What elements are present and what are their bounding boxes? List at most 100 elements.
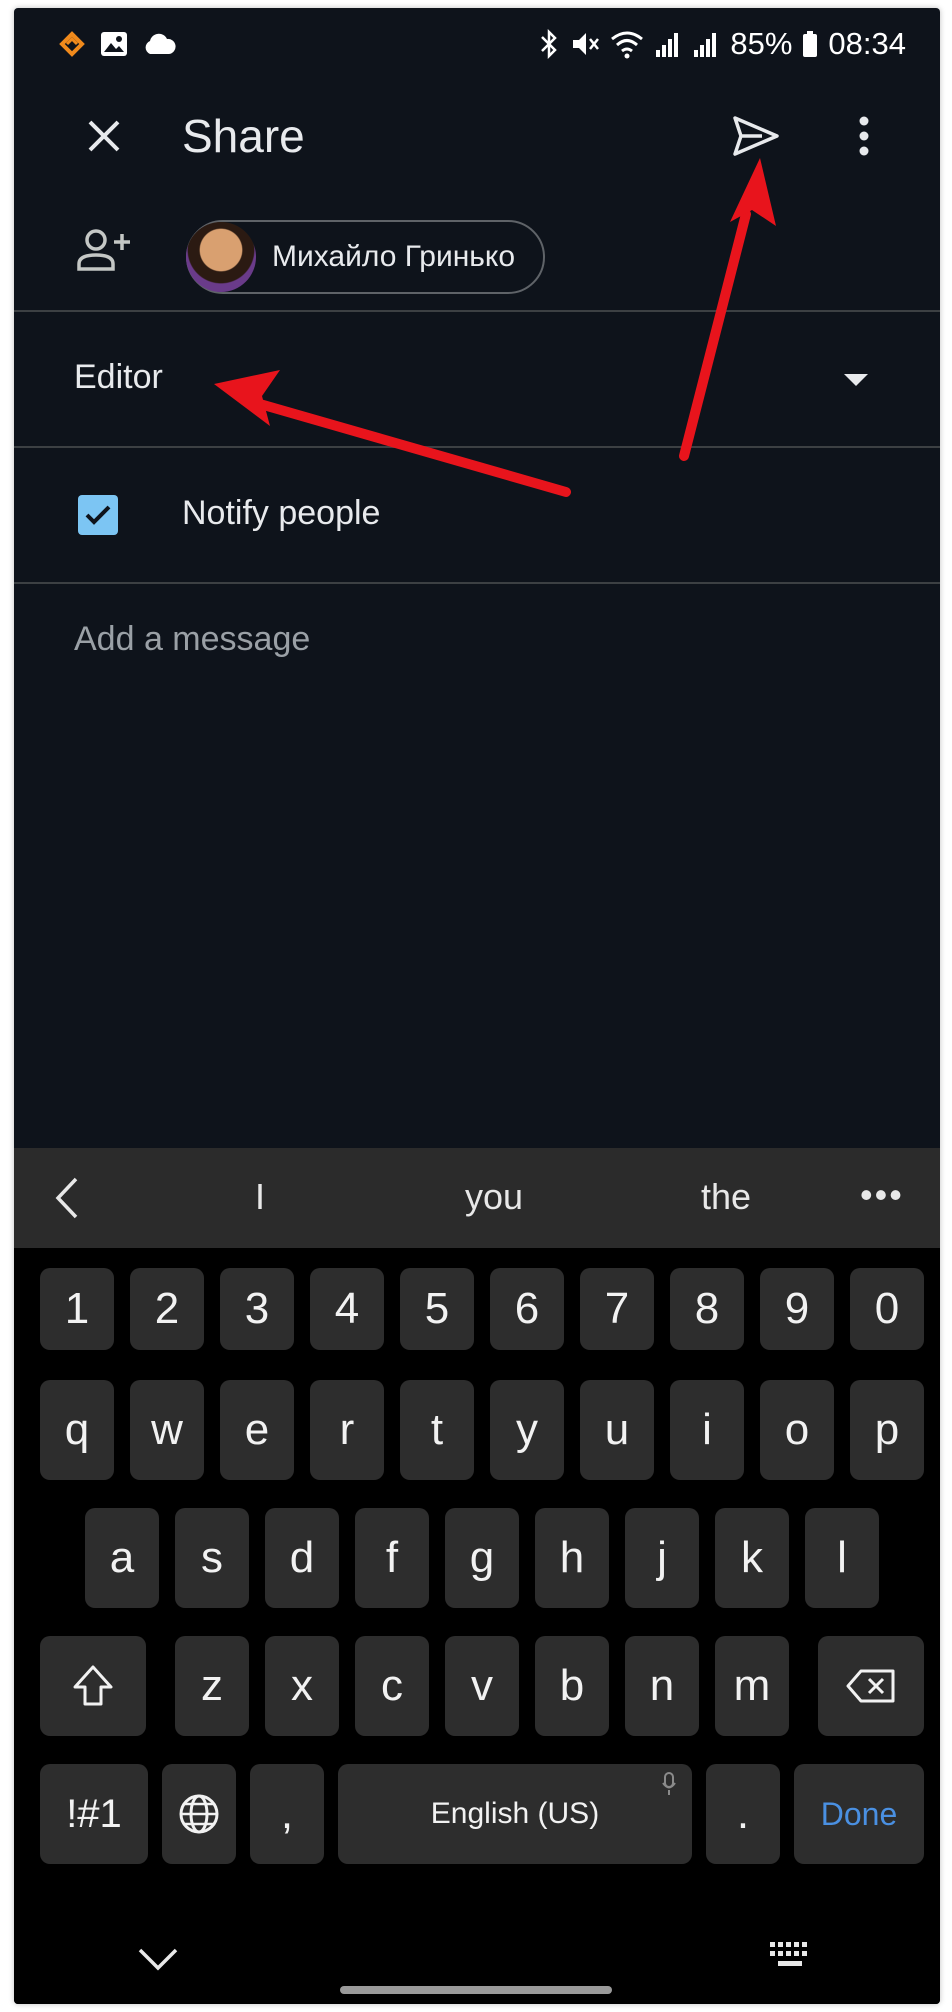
key-3[interactable]: 3 bbox=[220, 1268, 294, 1350]
image-icon bbox=[100, 31, 128, 62]
keyboard-icon bbox=[770, 1942, 807, 1966]
notify-label: Notify people bbox=[182, 494, 381, 532]
globe-icon bbox=[179, 1794, 219, 1834]
suggestion-2[interactable]: you bbox=[424, 1176, 564, 1218]
close-icon bbox=[88, 120, 120, 152]
hide-keyboard-button[interactable] bbox=[136, 1944, 180, 1974]
key-4[interactable]: 4 bbox=[310, 1268, 384, 1350]
dropdown-arrow-icon bbox=[844, 374, 868, 386]
key-k[interactable]: k bbox=[715, 1508, 789, 1608]
key-g[interactable]: g bbox=[445, 1508, 519, 1608]
symbols-key[interactable]: !#1 bbox=[40, 1764, 148, 1864]
more-vert-icon bbox=[859, 116, 869, 156]
space-key[interactable]: English (US) bbox=[338, 1764, 692, 1864]
message-input[interactable]: Add a message bbox=[74, 620, 310, 659]
chevron-left-icon bbox=[55, 1177, 78, 1219]
key-e[interactable]: e bbox=[220, 1380, 294, 1480]
comma-key[interactable]: , bbox=[250, 1764, 324, 1864]
key-9[interactable]: 9 bbox=[760, 1268, 834, 1350]
status-left-icons bbox=[58, 30, 176, 63]
nav-bar bbox=[14, 1904, 940, 2004]
key-t[interactable]: t bbox=[400, 1380, 474, 1480]
send-button[interactable] bbox=[724, 104, 788, 168]
key-2[interactable]: 2 bbox=[130, 1268, 204, 1350]
phone-screen: 85% 08:34 Share Михайло Гринько Editor N… bbox=[14, 8, 940, 2004]
send-icon bbox=[733, 116, 779, 156]
key-1[interactable]: 1 bbox=[40, 1268, 114, 1350]
cloud-icon bbox=[142, 33, 176, 60]
key-m[interactable]: m bbox=[715, 1636, 789, 1736]
key-h[interactable]: h bbox=[535, 1508, 609, 1608]
space-label: English (US) bbox=[430, 1797, 600, 1830]
key-o[interactable]: o bbox=[760, 1380, 834, 1480]
notify-row: Notify people bbox=[14, 448, 940, 580]
key-j[interactable]: j bbox=[625, 1508, 699, 1608]
mic-icon bbox=[662, 1772, 676, 1795]
keyboard-switch-button[interactable] bbox=[768, 1940, 812, 1974]
language-key[interactable] bbox=[162, 1764, 236, 1864]
battery-percent: 85% bbox=[730, 26, 793, 61]
signal-icon-2 bbox=[692, 30, 720, 58]
key-8[interactable]: 8 bbox=[670, 1268, 744, 1350]
page-title: Share bbox=[182, 110, 305, 162]
clock: 08:34 bbox=[828, 26, 906, 61]
backspace-key[interactable] bbox=[818, 1636, 924, 1736]
mute-icon bbox=[570, 29, 600, 59]
status-right: 85% 08:34 bbox=[538, 26, 906, 62]
key-s[interactable]: s bbox=[175, 1508, 249, 1608]
home-indicator[interactable] bbox=[340, 1986, 612, 1994]
backspace-icon bbox=[846, 1669, 895, 1703]
key-6[interactable]: 6 bbox=[490, 1268, 564, 1350]
period-key[interactable]: . bbox=[706, 1764, 780, 1864]
avatar bbox=[186, 222, 256, 292]
suggestion-more-button[interactable]: ••• bbox=[860, 1174, 904, 1216]
shift-icon bbox=[73, 1665, 113, 1706]
suggestion-1[interactable]: I bbox=[190, 1176, 330, 1218]
done-key[interactable]: Done bbox=[794, 1764, 924, 1864]
key-a[interactable]: a bbox=[85, 1508, 159, 1608]
key-i[interactable]: i bbox=[670, 1380, 744, 1480]
suggestion-back-button[interactable] bbox=[50, 1176, 84, 1220]
key-d[interactable]: d bbox=[265, 1508, 339, 1608]
app-notification-icon bbox=[58, 30, 86, 63]
battery-icon bbox=[802, 30, 818, 58]
status-bar: 85% 08:34 bbox=[14, 8, 940, 84]
recipient-chip[interactable]: Михайло Гринько bbox=[186, 220, 546, 294]
shift-key[interactable] bbox=[40, 1636, 146, 1736]
key-c[interactable]: c bbox=[355, 1636, 429, 1736]
close-button[interactable] bbox=[74, 106, 134, 166]
key-n[interactable]: n bbox=[625, 1636, 699, 1736]
key-7[interactable]: 7 bbox=[580, 1268, 654, 1350]
role-label: Editor bbox=[74, 358, 163, 396]
key-p[interactable]: p bbox=[850, 1380, 924, 1480]
key-b[interactable]: b bbox=[535, 1636, 609, 1736]
suggestion-bar: I you the ••• bbox=[14, 1148, 940, 1248]
role-selector[interactable]: Editor bbox=[14, 312, 940, 444]
key-x[interactable]: x bbox=[265, 1636, 339, 1736]
key-y[interactable]: y bbox=[490, 1380, 564, 1480]
check-icon bbox=[85, 505, 111, 525]
key-u[interactable]: u bbox=[580, 1380, 654, 1480]
recipients-row: Михайло Гринько bbox=[14, 198, 940, 308]
key-q[interactable]: q bbox=[40, 1380, 114, 1480]
add-person-button[interactable] bbox=[76, 228, 136, 278]
keyboard: I you the ••• 1 2 3 4 5 6 7 8 9 0 q w e … bbox=[14, 1148, 940, 2004]
key-0[interactable]: 0 bbox=[850, 1268, 924, 1350]
signal-icon bbox=[654, 30, 682, 58]
suggestion-3[interactable]: the bbox=[656, 1176, 796, 1218]
divider bbox=[14, 582, 940, 584]
chevron-down-icon bbox=[138, 1948, 178, 1971]
notify-checkbox[interactable] bbox=[78, 495, 118, 535]
key-r[interactable]: r bbox=[310, 1380, 384, 1480]
key-w[interactable]: w bbox=[130, 1380, 204, 1480]
key-v[interactable]: v bbox=[445, 1636, 519, 1736]
app-bar: Share bbox=[14, 84, 940, 192]
key-5[interactable]: 5 bbox=[400, 1268, 474, 1350]
add-person-icon bbox=[77, 229, 130, 271]
more-options-button[interactable] bbox=[836, 104, 892, 168]
wifi-icon bbox=[610, 29, 644, 59]
key-l[interactable]: l bbox=[805, 1508, 879, 1608]
key-z[interactable]: z bbox=[175, 1636, 249, 1736]
key-f[interactable]: f bbox=[355, 1508, 429, 1608]
bluetooth-icon bbox=[538, 29, 560, 59]
